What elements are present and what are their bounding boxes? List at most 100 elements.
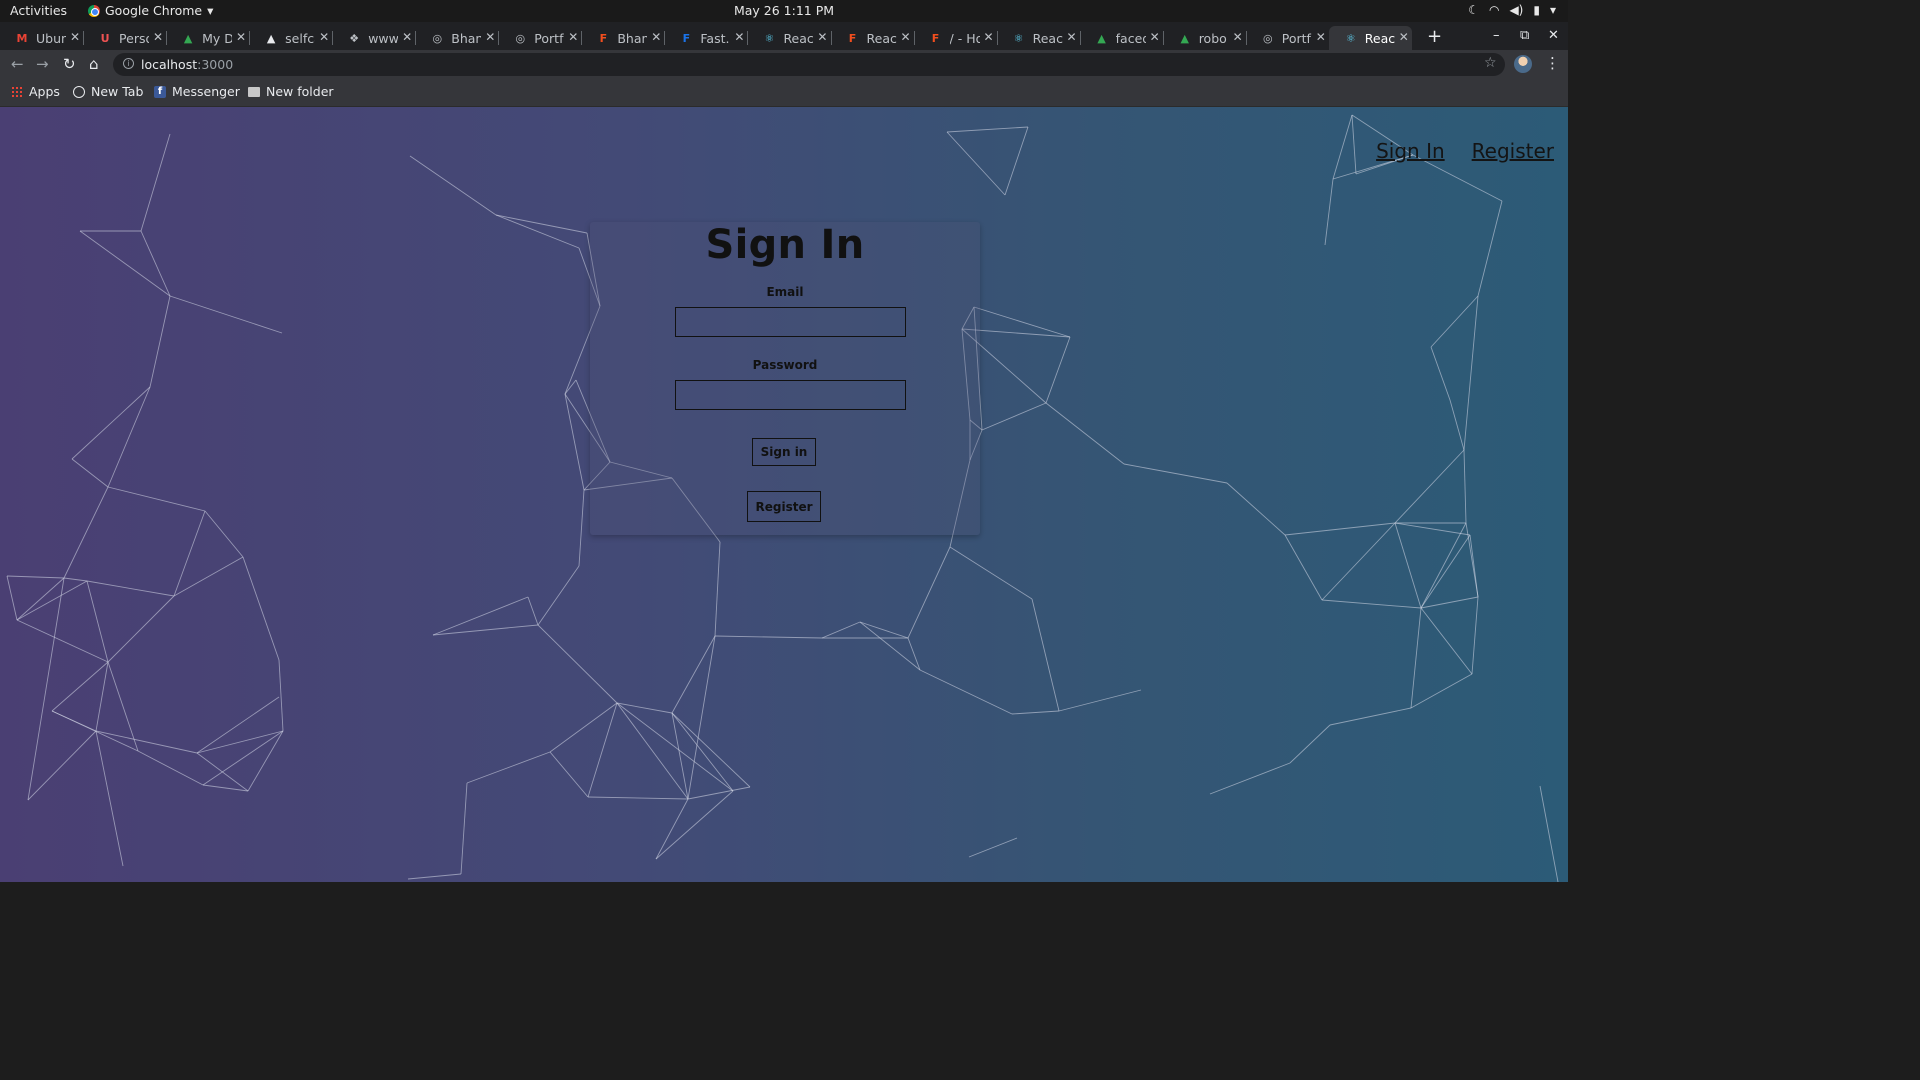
bookmark-new-folder[interactable]: New folder xyxy=(248,84,334,99)
bookmark-star-icon[interactable]: ☆ xyxy=(1484,55,1497,71)
figma-icon: F xyxy=(931,31,940,45)
tab-title: selfca xyxy=(285,30,315,46)
browser-tab[interactable]: F Fast.i ✕ xyxy=(664,26,747,50)
browser-tab[interactable]: ❖ www ✕ xyxy=(332,26,415,50)
browser-tab[interactable]: ◎ Portf ✕ xyxy=(1245,26,1329,50)
tab-title: React xyxy=(866,30,897,46)
restore-icon[interactable]: ⧉ xyxy=(1520,28,1529,43)
tab-title: faced xyxy=(1115,30,1146,46)
google-drive-icon: ▲ xyxy=(1097,31,1106,45)
close-tab-icon[interactable]: ✕ xyxy=(900,30,910,44)
close-tab-icon[interactable]: ✕ xyxy=(983,30,993,44)
close-tab-icon[interactable]: ✕ xyxy=(1233,30,1243,44)
volume-icon: ◀) xyxy=(1509,3,1524,17)
wifi-icon: ◠ xyxy=(1488,3,1500,17)
bookmark-label: New folder xyxy=(266,84,334,99)
udemy-icon: U xyxy=(100,31,110,45)
minimize-icon[interactable]: – xyxy=(1493,28,1500,43)
close-window-icon[interactable]: ✕ xyxy=(1548,28,1559,43)
fast-icon: F xyxy=(682,31,691,45)
nav-register-link[interactable]: Register xyxy=(1472,139,1554,163)
browser-tab[interactable]: ⚛React✕ xyxy=(996,26,1080,50)
tab-title: Ubuntu xyxy=(36,30,66,46)
browser-toolbar: ← → ↻ ⌂ i localhost:3000 ☆ ⋮ xyxy=(0,50,1568,79)
nav-signin-link[interactable]: Sign In xyxy=(1376,139,1445,163)
close-tab-icon[interactable]: ✕ xyxy=(1399,30,1409,44)
password-field[interactable] xyxy=(675,380,906,410)
clock[interactable]: May 26 1:11 PM xyxy=(0,3,1568,18)
browser-tab[interactable]: ▲ robo ✕ xyxy=(1162,26,1246,50)
tab-title: React xyxy=(783,30,814,46)
figma-icon: F xyxy=(599,31,608,45)
page-viewport: Sign In Register Sign In Email Password … xyxy=(0,107,1568,882)
close-tab-icon[interactable]: ✕ xyxy=(319,30,329,44)
bookmark-messenger[interactable]: f Messenger xyxy=(154,84,240,99)
home-icon[interactable]: ⌂ xyxy=(89,55,99,73)
browser-tab[interactable]: U Perso ✕ xyxy=(83,26,166,50)
caret-down-icon: ▾ xyxy=(1549,3,1556,17)
signin-card: Sign In Email Password Sign in Register xyxy=(590,222,980,535)
globe-icon: ◎ xyxy=(1262,31,1273,45)
reload-icon[interactable]: ↻ xyxy=(63,55,76,73)
close-tab-icon[interactable]: ✕ xyxy=(1150,30,1160,44)
bookmark-apps[interactable]: Apps xyxy=(11,84,60,99)
browser-tab[interactable]: ▲ My Dr✕ xyxy=(166,26,249,50)
system-top-bar: Activities Google Chrome ▾ May 26 1:11 P… xyxy=(0,0,1568,22)
tab-title: www xyxy=(368,30,399,46)
figma-icon: F xyxy=(848,31,857,45)
password-label: Password xyxy=(752,358,818,372)
close-tab-icon[interactable]: ✕ xyxy=(485,30,495,44)
system-tray[interactable]: ☾ ◠ ◀) ▮ ▾ xyxy=(1468,3,1556,17)
back-icon[interactable]: ← xyxy=(11,55,24,73)
forward-icon[interactable]: → xyxy=(36,55,49,73)
bookmark-label: Apps xyxy=(29,84,60,99)
browser-tab[interactable]: F React✕ xyxy=(830,26,914,50)
close-tab-icon[interactable]: ✕ xyxy=(651,30,661,44)
register-button[interactable]: Register xyxy=(747,491,821,522)
vercel-icon: ▲ xyxy=(266,31,276,45)
night-light-icon: ☾ xyxy=(1468,3,1479,17)
url-port: :3000 xyxy=(197,57,234,72)
profile-avatar[interactable] xyxy=(1514,55,1532,73)
bookmarks-bar: Apps New Tab f Messenger New folder xyxy=(0,79,1568,107)
close-tab-icon[interactable]: ✕ xyxy=(236,30,246,44)
site-info-icon[interactable]: i xyxy=(123,58,134,69)
tab-title: / - Ho xyxy=(949,30,980,46)
google-drive-icon: ▲ xyxy=(1180,31,1189,45)
address-bar[interactable]: i localhost:3000 xyxy=(113,53,1505,76)
browser-tab[interactable]: F / - Ho ✕ xyxy=(913,26,997,50)
email-field[interactable] xyxy=(675,307,906,337)
browser-tab[interactable]: ▲ faced ✕ xyxy=(1079,26,1163,50)
browser-tab[interactable]: ◎ Bhan ✕ xyxy=(415,26,498,50)
close-tab-icon[interactable]: ✕ xyxy=(817,30,827,44)
google-drive-icon: ▲ xyxy=(183,31,193,45)
tab-title: Fast.i xyxy=(700,30,731,46)
tab-title: Perso xyxy=(119,30,149,46)
tab-title: Bhan xyxy=(617,30,648,46)
tab-title: Portf xyxy=(1281,30,1311,46)
globe-icon: ◎ xyxy=(515,31,526,45)
signin-button[interactable]: Sign in xyxy=(752,438,816,466)
globe-icon xyxy=(73,85,85,98)
dropbox-icon: ❖ xyxy=(349,31,360,45)
chrome-menu-icon[interactable]: ⋮ xyxy=(1545,54,1560,72)
browser-tab[interactable]: ⚛React✕ xyxy=(747,26,830,50)
close-tab-icon[interactable]: ✕ xyxy=(153,30,163,44)
tab-title: Bhan xyxy=(451,30,482,46)
close-tab-icon[interactable]: ✕ xyxy=(568,30,578,44)
browser-tab[interactable]: ⚛React✕ xyxy=(1328,26,1412,50)
url-host: localhost xyxy=(141,57,198,72)
browser-tab[interactable]: M Ubuntu ✕ xyxy=(0,26,83,50)
new-tab-button[interactable]: + xyxy=(1427,26,1442,47)
close-tab-icon[interactable]: ✕ xyxy=(402,30,412,44)
browser-tab[interactable]: F Bhan ✕ xyxy=(581,26,664,50)
bookmark-label: New Tab xyxy=(91,84,144,99)
browser-tab[interactable]: ▲ selfca ✕ xyxy=(249,26,332,50)
close-tab-icon[interactable]: ✕ xyxy=(734,30,744,44)
close-tab-icon[interactable]: ✕ xyxy=(1316,30,1326,44)
react-icon: ⚛ xyxy=(1345,31,1356,45)
close-tab-icon[interactable]: ✕ xyxy=(70,30,80,44)
close-tab-icon[interactable]: ✕ xyxy=(1067,30,1077,44)
bookmark-new-tab[interactable]: New Tab xyxy=(73,84,143,99)
browser-tab[interactable]: ◎ Portf ✕ xyxy=(498,26,581,50)
